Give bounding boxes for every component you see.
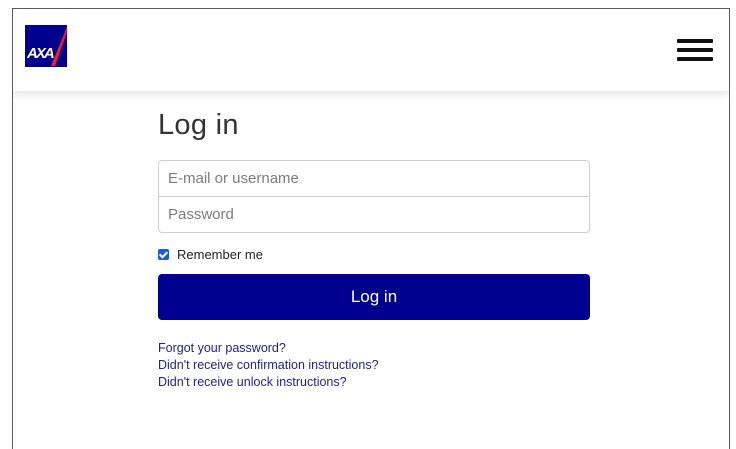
menu-line [677, 57, 713, 61]
confirmation-instructions-link[interactable]: Didn't receive confirmation instructions… [158, 357, 590, 374]
page-title: Log in [158, 109, 239, 141]
hamburger-menu-icon[interactable] [677, 39, 713, 61]
username-input[interactable] [158, 160, 590, 197]
password-input[interactable] [158, 197, 590, 233]
credentials-group [158, 160, 590, 233]
remember-me-row: Remember me [158, 246, 590, 262]
login-form: Log in Remember me Log in Forgot your pa… [158, 105, 590, 391]
menu-line [677, 39, 713, 43]
remember-me-checkbox[interactable] [158, 248, 169, 260]
browser-viewport: AXA Log in Remember me Log in Forgot you… [12, 8, 730, 449]
forgot-password-link[interactable]: Forgot your password? [158, 340, 590, 357]
unlock-instructions-link[interactable]: Didn't receive unlock instructions? [158, 374, 590, 391]
top-header: AXA [13, 9, 729, 91]
help-links: Forgot your password? Didn't receive con… [158, 340, 590, 391]
axa-logo[interactable]: AXA [25, 25, 67, 67]
svg-text:AXA: AXA [26, 45, 54, 62]
login-button[interactable]: Log in [158, 274, 590, 320]
menu-line [677, 48, 713, 52]
remember-me-label[interactable]: Remember me [177, 247, 263, 262]
